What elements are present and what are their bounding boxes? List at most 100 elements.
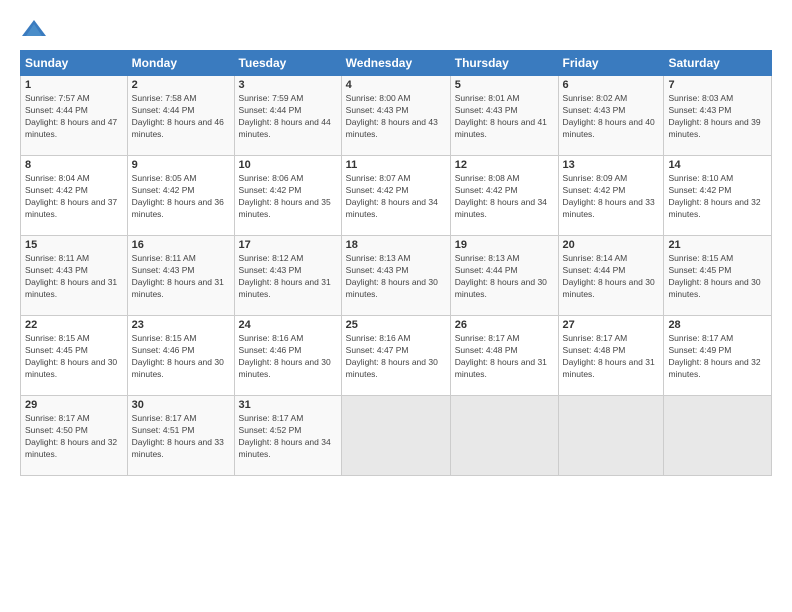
day-cell: 23 Sunrise: 8:15 AMSunset: 4:46 PMDayligh… bbox=[127, 316, 234, 396]
day-number: 5 bbox=[455, 79, 554, 91]
header-cell-saturday: Saturday bbox=[664, 51, 772, 76]
day-cell: 20 Sunrise: 8:14 AMSunset: 4:44 PMDayligh… bbox=[558, 236, 664, 316]
day-detail: Sunrise: 8:17 AMSunset: 4:48 PMDaylight:… bbox=[563, 333, 655, 379]
day-detail: Sunrise: 8:07 AMSunset: 4:42 PMDaylight:… bbox=[346, 173, 438, 219]
day-detail: Sunrise: 8:12 AMSunset: 4:43 PMDaylight:… bbox=[239, 253, 331, 299]
day-number: 10 bbox=[239, 159, 337, 171]
day-number: 11 bbox=[346, 159, 446, 171]
day-detail: Sunrise: 8:11 AMSunset: 4:43 PMDaylight:… bbox=[25, 253, 117, 299]
day-number: 9 bbox=[132, 159, 230, 171]
day-cell: 4Sunrise: 8:00 AMSunset: 4:43 PMDaylight… bbox=[341, 76, 450, 156]
day-cell: 10 Sunrise: 8:06 AMSunset: 4:42 PMDayligh… bbox=[234, 156, 341, 236]
logo-icon bbox=[20, 18, 48, 40]
day-detail: Sunrise: 7:58 AMSunset: 4:44 PMDaylight:… bbox=[132, 93, 224, 139]
day-detail: Sunrise: 8:13 AMSunset: 4:44 PMDaylight:… bbox=[455, 253, 547, 299]
day-detail: Sunrise: 8:09 AMSunset: 4:42 PMDaylight:… bbox=[563, 173, 655, 219]
day-cell: 30 Sunrise: 8:17 AMSunset: 4:51 PMDayligh… bbox=[127, 396, 234, 476]
day-detail: Sunrise: 7:57 AMSunset: 4:44 PMDaylight:… bbox=[25, 93, 117, 139]
day-cell: 27 Sunrise: 8:17 AMSunset: 4:48 PMDayligh… bbox=[558, 316, 664, 396]
day-cell: 15 Sunrise: 8:11 AMSunset: 4:43 PMDayligh… bbox=[21, 236, 128, 316]
day-number: 1 bbox=[25, 79, 123, 91]
day-cell bbox=[341, 396, 450, 476]
day-number: 12 bbox=[455, 159, 554, 171]
day-cell: 28Sunrise: 8:17 AMSunset: 4:49 PMDayligh… bbox=[664, 316, 772, 396]
header bbox=[20, 18, 772, 40]
day-number: 13 bbox=[563, 159, 660, 171]
day-detail: Sunrise: 8:14 AMSunset: 4:44 PMDaylight:… bbox=[563, 253, 655, 299]
day-number: 26 bbox=[455, 319, 554, 331]
week-row-1: 1 Sunrise: 7:57 AMSunset: 4:44 PMDaylight… bbox=[21, 76, 772, 156]
day-detail: Sunrise: 8:13 AMSunset: 4:43 PMDaylight:… bbox=[346, 253, 438, 299]
day-cell: 7 Sunrise: 8:03 AMSunset: 4:43 PMDaylight… bbox=[664, 76, 772, 156]
day-number: 15 bbox=[25, 239, 123, 251]
day-number: 24 bbox=[239, 319, 337, 331]
day-number: 3 bbox=[239, 79, 337, 91]
week-row-5: 29Sunrise: 8:17 AMSunset: 4:50 PMDayligh… bbox=[21, 396, 772, 476]
day-detail: Sunrise: 8:17 AMSunset: 4:48 PMDaylight:… bbox=[455, 333, 547, 379]
day-cell: 12 Sunrise: 8:08 AMSunset: 4:42 PMDayligh… bbox=[450, 156, 558, 236]
day-number: 30 bbox=[132, 399, 230, 411]
day-detail: Sunrise: 8:05 AMSunset: 4:42 PMDaylight:… bbox=[132, 173, 224, 219]
day-detail: Sunrise: 8:16 AMSunset: 4:46 PMDaylight:… bbox=[239, 333, 331, 379]
day-detail: Sunrise: 7:59 AMSunset: 4:44 PMDaylight:… bbox=[239, 93, 331, 139]
header-cell-sunday: Sunday bbox=[21, 51, 128, 76]
day-cell: 5 Sunrise: 8:01 AMSunset: 4:43 PMDaylight… bbox=[450, 76, 558, 156]
day-detail: Sunrise: 8:04 AMSunset: 4:42 PMDaylight:… bbox=[25, 173, 117, 219]
day-number: 29 bbox=[25, 399, 123, 411]
day-number: 16 bbox=[132, 239, 230, 251]
day-detail: Sunrise: 8:15 AMSunset: 4:45 PMDaylight:… bbox=[25, 333, 117, 379]
day-number: 14 bbox=[668, 159, 767, 171]
day-number: 25 bbox=[346, 319, 446, 331]
logo bbox=[20, 18, 52, 40]
day-cell: 1 Sunrise: 7:57 AMSunset: 4:44 PMDaylight… bbox=[21, 76, 128, 156]
day-number: 27 bbox=[563, 319, 660, 331]
day-cell: 9 Sunrise: 8:05 AMSunset: 4:42 PMDaylight… bbox=[127, 156, 234, 236]
day-cell: 26 Sunrise: 8:17 AMSunset: 4:48 PMDayligh… bbox=[450, 316, 558, 396]
day-number: 20 bbox=[563, 239, 660, 251]
calendar-body: 1 Sunrise: 7:57 AMSunset: 4:44 PMDaylight… bbox=[21, 76, 772, 476]
day-detail: Sunrise: 8:15 AMSunset: 4:46 PMDaylight:… bbox=[132, 333, 224, 379]
day-number: 22 bbox=[25, 319, 123, 331]
day-detail: Sunrise: 8:02 AMSunset: 4:43 PMDaylight:… bbox=[563, 93, 655, 139]
day-cell bbox=[558, 396, 664, 476]
day-cell: 11 Sunrise: 8:07 AMSunset: 4:42 PMDayligh… bbox=[341, 156, 450, 236]
calendar-header: SundayMondayTuesdayWednesdayThursdayFrid… bbox=[21, 51, 772, 76]
day-cell: 3 Sunrise: 7:59 AMSunset: 4:44 PMDaylight… bbox=[234, 76, 341, 156]
day-cell: 8 Sunrise: 8:04 AMSunset: 4:42 PMDaylight… bbox=[21, 156, 128, 236]
header-cell-friday: Friday bbox=[558, 51, 664, 76]
day-detail: Sunrise: 8:03 AMSunset: 4:43 PMDaylight:… bbox=[668, 93, 760, 139]
day-number: 31 bbox=[239, 399, 337, 411]
day-number: 18 bbox=[346, 239, 446, 251]
day-cell: 21Sunrise: 8:15 AMSunset: 4:45 PMDayligh… bbox=[664, 236, 772, 316]
day-number: 8 bbox=[25, 159, 123, 171]
calendar-table: SundayMondayTuesdayWednesdayThursdayFrid… bbox=[20, 50, 772, 476]
header-cell-wednesday: Wednesday bbox=[341, 51, 450, 76]
day-number: 23 bbox=[132, 319, 230, 331]
day-detail: Sunrise: 8:08 AMSunset: 4:42 PMDaylight:… bbox=[455, 173, 547, 219]
day-detail: Sunrise: 8:06 AMSunset: 4:42 PMDaylight:… bbox=[239, 173, 331, 219]
day-cell: 16 Sunrise: 8:11 AMSunset: 4:43 PMDayligh… bbox=[127, 236, 234, 316]
day-detail: Sunrise: 8:16 AMSunset: 4:47 PMDaylight:… bbox=[346, 333, 438, 379]
day-number: 19 bbox=[455, 239, 554, 251]
day-detail: Sunrise: 8:15 AMSunset: 4:45 PMDaylight:… bbox=[668, 253, 760, 299]
day-cell: 17 Sunrise: 8:12 AMSunset: 4:43 PMDayligh… bbox=[234, 236, 341, 316]
day-number: 4 bbox=[346, 79, 446, 91]
day-detail: Sunrise: 8:01 AMSunset: 4:43 PMDaylight:… bbox=[455, 93, 547, 139]
day-number: 7 bbox=[668, 79, 767, 91]
week-row-4: 22 Sunrise: 8:15 AMSunset: 4:45 PMDayligh… bbox=[21, 316, 772, 396]
day-cell: 31 Sunrise: 8:17 AMSunset: 4:52 PMDayligh… bbox=[234, 396, 341, 476]
header-cell-monday: Monday bbox=[127, 51, 234, 76]
day-cell: 6Sunrise: 8:02 AMSunset: 4:43 PMDaylight… bbox=[558, 76, 664, 156]
day-number: 17 bbox=[239, 239, 337, 251]
day-detail: Sunrise: 8:11 AMSunset: 4:43 PMDaylight:… bbox=[132, 253, 224, 299]
day-cell: 18 Sunrise: 8:13 AMSunset: 4:43 PMDayligh… bbox=[341, 236, 450, 316]
day-cell bbox=[664, 396, 772, 476]
day-cell: 25 Sunrise: 8:16 AMSunset: 4:47 PMDayligh… bbox=[341, 316, 450, 396]
day-detail: Sunrise: 8:17 AMSunset: 4:52 PMDaylight:… bbox=[239, 413, 331, 459]
day-detail: Sunrise: 8:10 AMSunset: 4:42 PMDaylight:… bbox=[668, 173, 760, 219]
day-detail: Sunrise: 8:17 AMSunset: 4:51 PMDaylight:… bbox=[132, 413, 224, 459]
day-detail: Sunrise: 8:17 AMSunset: 4:49 PMDaylight:… bbox=[668, 333, 760, 379]
calendar-page: SundayMondayTuesdayWednesdayThursdayFrid… bbox=[0, 0, 792, 486]
week-row-3: 15 Sunrise: 8:11 AMSunset: 4:43 PMDayligh… bbox=[21, 236, 772, 316]
week-row-2: 8 Sunrise: 8:04 AMSunset: 4:42 PMDaylight… bbox=[21, 156, 772, 236]
